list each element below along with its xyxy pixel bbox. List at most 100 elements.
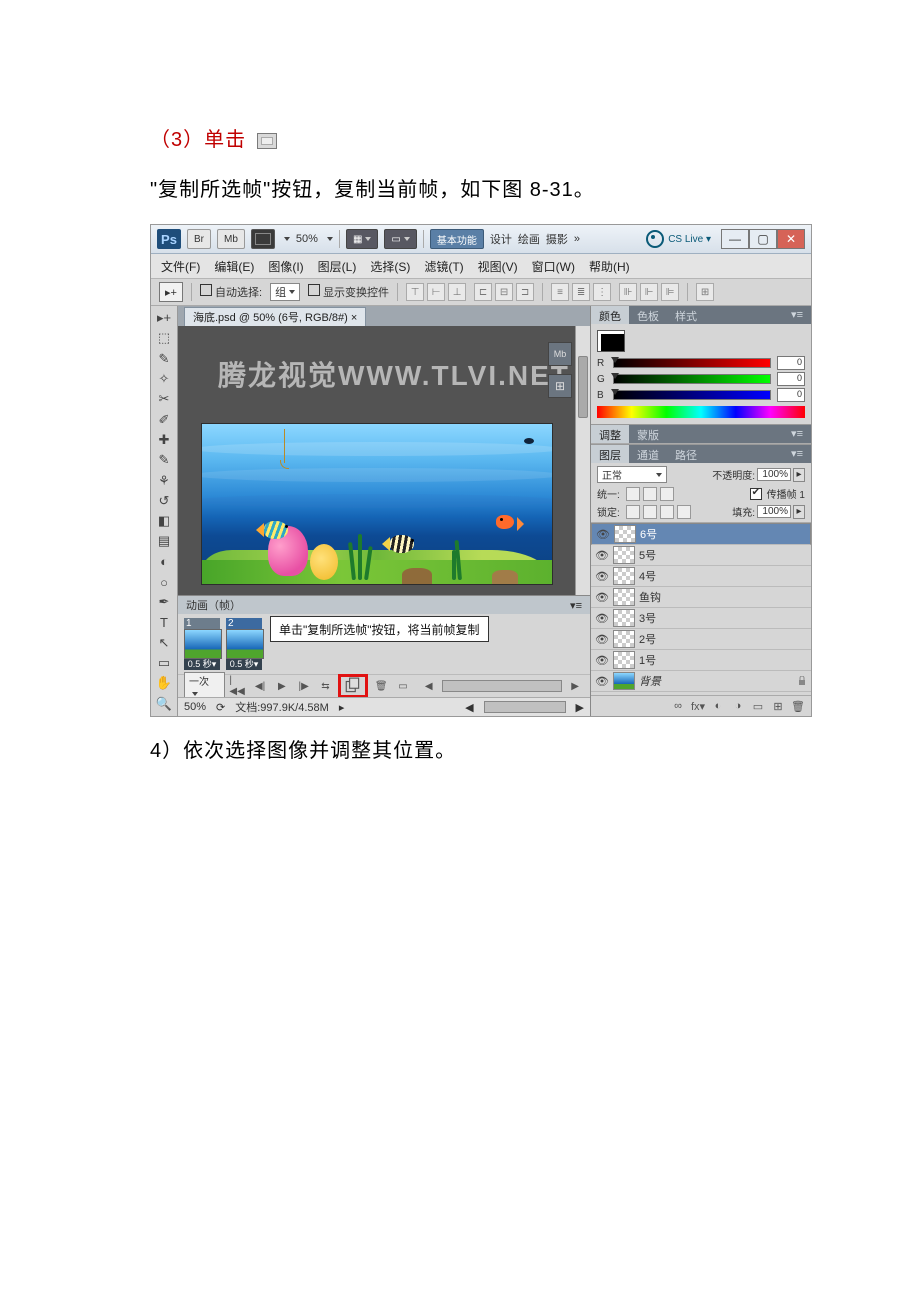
blend-mode-select[interactable]: 正常	[597, 466, 667, 483]
lock-pixels-icon[interactable]	[643, 505, 657, 519]
tab-layers[interactable]: 图层	[591, 445, 629, 463]
anim-hscroll[interactable]	[442, 680, 563, 692]
prev-frame-icon[interactable]: ◀|	[251, 678, 269, 694]
visibility-eye-icon[interactable]: 👁	[596, 527, 610, 541]
mask-icon[interactable]: ◐	[711, 699, 725, 713]
visibility-eye-icon[interactable]: 👁	[595, 653, 609, 667]
auto-select-checkbox[interactable]	[200, 284, 212, 296]
auto-select-type[interactable]: 组	[270, 283, 300, 301]
align-vcenter-icon[interactable]: ⊢	[427, 283, 445, 301]
menu-view[interactable]: 视图(V)	[478, 258, 518, 275]
arrange-docs-button[interactable]: ▦	[346, 229, 378, 249]
r-slider[interactable]	[613, 358, 771, 368]
menu-image[interactable]: 图像(I)	[268, 258, 303, 275]
menu-window[interactable]: 窗口(W)	[532, 258, 575, 275]
unify-pos-icon[interactable]	[626, 487, 640, 501]
workspace-more[interactable]: »	[574, 233, 580, 245]
status-hscroll-right[interactable]: ▶	[576, 701, 584, 714]
move-tool-indicator-icon[interactable]: ▸+	[159, 282, 183, 302]
maximize-button[interactable]: ▢	[749, 229, 777, 249]
g-slider[interactable]	[613, 374, 771, 384]
menu-help[interactable]: 帮助(H)	[589, 258, 630, 275]
tab-mask[interactable]: 蒙版	[629, 425, 667, 443]
brush-tool-icon[interactable]: ✎	[153, 451, 175, 469]
g-value[interactable]: 0	[777, 372, 805, 386]
tab-paths[interactable]: 路径	[667, 445, 705, 463]
panel-menu-icon[interactable]: ▾≡	[783, 306, 811, 324]
path-tool-icon[interactable]: ↖	[153, 634, 175, 652]
document-tab[interactable]: 海底.psd @ 50% (6号, RGB/8#) ×	[184, 307, 366, 326]
mini-panel-icon[interactable]: Mb	[548, 342, 572, 366]
align-left-icon[interactable]: ⊏	[474, 283, 492, 301]
first-frame-icon[interactable]: |◀◀	[229, 678, 247, 694]
opacity-input[interactable]: 100%	[757, 468, 791, 481]
tab-color[interactable]: 颜色	[591, 306, 629, 324]
visibility-eye-icon[interactable]: 👁	[595, 632, 609, 646]
cslive-button[interactable]: CS Live ▾	[668, 234, 711, 245]
show-transform-checkbox[interactable]	[308, 284, 320, 296]
document-canvas[interactable]	[201, 423, 553, 585]
tab-channels[interactable]: 通道	[629, 445, 667, 463]
link-layers-icon[interactable]: ∞	[671, 699, 685, 713]
gradient-tool-icon[interactable]: ▤	[153, 532, 175, 550]
blur-tool-icon[interactable]: ◐	[153, 553, 175, 571]
tab-adjust[interactable]: 调整	[591, 425, 629, 443]
zoom-tool-icon[interactable]: 🔍	[153, 695, 175, 713]
panel-menu-icon[interactable]: ▾≡	[570, 599, 582, 612]
status-doc-info[interactable]: 文档:997.9K/4.58M	[235, 699, 329, 715]
align-hcenter-icon[interactable]: ⊟	[495, 283, 513, 301]
layer-row[interactable]: 👁 鱼钩	[591, 587, 811, 608]
pen-tool-icon[interactable]: ✒	[153, 593, 175, 611]
delete-layer-icon[interactable]: 🗑	[791, 699, 805, 713]
status-menu-icon[interactable]: ▸	[339, 701, 345, 714]
visibility-eye-icon[interactable]: 👁	[595, 590, 609, 604]
screen-mode-button[interactable]	[251, 229, 275, 249]
layer-row[interactable]: 👁 1号	[591, 650, 811, 671]
color-ramp[interactable]	[597, 406, 805, 418]
type-tool-icon[interactable]: T	[153, 613, 175, 631]
fill-input[interactable]: 100%	[757, 505, 791, 518]
lasso-tool-icon[interactable]: ✎	[153, 350, 175, 368]
dist-2-icon[interactable]: ≣	[572, 283, 590, 301]
align-right-icon[interactable]: ⊐	[516, 283, 534, 301]
next-frame-icon[interactable]: |▶	[295, 678, 313, 694]
minimize-button[interactable]: —	[721, 229, 749, 249]
play-icon[interactable]: ▶	[273, 678, 291, 694]
status-zoom[interactable]: 50%	[184, 701, 206, 713]
workspace-design[interactable]: 设计	[490, 231, 512, 247]
delete-frame-icon[interactable]: 🗑	[372, 678, 390, 694]
foreground-background-swatch[interactable]	[597, 330, 625, 352]
status-rotate-icon[interactable]: ⟳	[216, 701, 225, 714]
history-brush-tool-icon[interactable]: ↺	[153, 492, 175, 510]
status-hscroll-left[interactable]: ◀	[465, 701, 473, 714]
anim-hscroll-left[interactable]: ◀	[420, 678, 438, 694]
opacity-flyout-icon[interactable]: ▸	[793, 468, 805, 482]
mini-panel2-icon[interactable]: ⊞	[548, 374, 572, 398]
fx-icon[interactable]: fx▾	[691, 699, 705, 713]
visibility-eye-icon[interactable]: 👁	[595, 674, 609, 688]
adjustment-layer-icon[interactable]: ◑	[731, 699, 745, 713]
eraser-tool-icon[interactable]: ◧	[153, 512, 175, 530]
b-value[interactable]: 0	[777, 388, 805, 402]
tween-icon[interactable]: ⇆	[317, 678, 335, 694]
unify-style-icon[interactable]	[660, 487, 674, 501]
close-button[interactable]: ✕	[777, 229, 805, 249]
visibility-eye-icon[interactable]: 👁	[595, 611, 609, 625]
workspace-paint[interactable]: 绘画	[518, 231, 540, 247]
menu-select[interactable]: 选择(S)	[370, 258, 410, 275]
panel-menu-icon[interactable]: ▾≡	[783, 445, 811, 463]
layer-row[interactable]: 👁 4号	[591, 566, 811, 587]
marquee-tool-icon[interactable]: ⬚	[153, 329, 175, 347]
timeline-mode-icon[interactable]: ▭	[394, 678, 412, 694]
workspace-essential[interactable]: 基本功能	[430, 229, 484, 249]
duplicate-frame-button[interactable]	[344, 678, 362, 694]
tab-style[interactable]: 样式	[667, 306, 705, 324]
layer-row[interactable]: 👁 3号	[591, 608, 811, 629]
screen-mode2-button[interactable]: ▭	[384, 229, 416, 249]
dist-4-icon[interactable]: ⊪	[619, 283, 637, 301]
crop-tool-icon[interactable]: ✂	[153, 390, 175, 408]
status-hscroll[interactable]	[484, 701, 566, 713]
dist-5-icon[interactable]: ⊩	[640, 283, 658, 301]
lock-trans-icon[interactable]	[626, 505, 640, 519]
wand-tool-icon[interactable]: ✧	[153, 370, 175, 388]
